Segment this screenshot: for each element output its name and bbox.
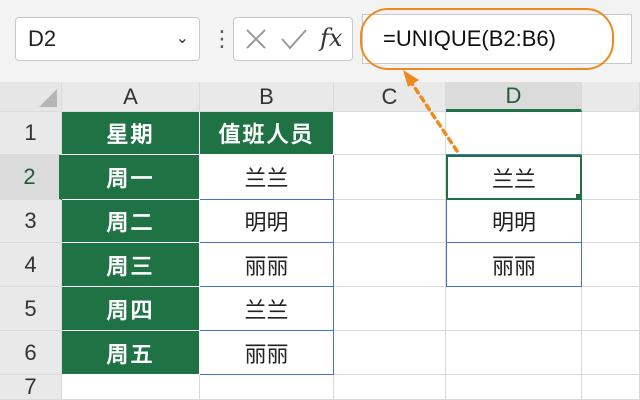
cell-b7[interactable] xyxy=(200,375,334,400)
cell-a2[interactable]: 周一 xyxy=(62,155,200,200)
cell-e5[interactable] xyxy=(582,287,640,331)
row-header-1[interactable]: 1 xyxy=(0,112,62,155)
cell-b6[interactable]: 丽丽 xyxy=(200,331,334,375)
cell-a3[interactable]: 周二 xyxy=(62,200,200,243)
row-header-4[interactable]: 4 xyxy=(0,243,62,287)
cell-c1[interactable] xyxy=(334,112,446,155)
cell-e4[interactable] xyxy=(582,243,640,287)
cell-a6[interactable]: 周五 xyxy=(62,331,200,375)
name-box-value: D2 xyxy=(28,26,57,51)
cell-a7[interactable] xyxy=(62,375,200,400)
cell-d4[interactable]: 丽丽 xyxy=(446,243,582,287)
fx-icon[interactable]: fx xyxy=(320,22,342,54)
column-header-b[interactable]: B xyxy=(200,82,334,112)
cell-a4[interactable]: 周三 xyxy=(62,243,200,287)
cell-c3[interactable] xyxy=(334,200,446,243)
checkmark-icon[interactable] xyxy=(280,27,308,51)
column-header-c[interactable]: C xyxy=(334,82,446,112)
cell-c4[interactable] xyxy=(334,243,446,287)
cell-c2[interactable] xyxy=(334,155,446,200)
more-options-icon[interactable]: ⋮ xyxy=(211,20,233,58)
chevron-down-icon[interactable]: ⌄ xyxy=(176,18,189,60)
cell-d3[interactable]: 明明 xyxy=(446,200,582,243)
name-box[interactable]: D2 ⌄ xyxy=(15,17,200,61)
cell-d2-value: 兰兰 xyxy=(491,166,536,192)
row-header-3[interactable]: 3 xyxy=(0,200,62,243)
column-header-d[interactable]: D xyxy=(446,82,582,112)
formula-bar: D2 ⌄ ⋮ fx =UNIQUE(B2:B6) xyxy=(0,0,640,83)
column-header-a[interactable]: A xyxy=(62,82,200,112)
row-header-6[interactable]: 6 xyxy=(0,331,62,375)
select-all-corner[interactable] xyxy=(0,82,62,112)
x-icon[interactable] xyxy=(244,27,268,51)
cell-b4[interactable]: 丽丽 xyxy=(200,243,334,287)
cell-c5[interactable] xyxy=(334,287,446,331)
row-header-2[interactable]: 2 xyxy=(0,155,62,200)
formula-input[interactable]: =UNIQUE(B2:B6) xyxy=(362,14,632,64)
cell-e7[interactable] xyxy=(582,375,640,400)
cell-d2[interactable]: 兰兰 xyxy=(446,155,582,200)
cell-e1[interactable] xyxy=(582,112,640,155)
cell-a5[interactable]: 周四 xyxy=(62,287,200,331)
cell-b2[interactable]: 兰兰 xyxy=(200,155,334,200)
cell-b5[interactable]: 兰兰 xyxy=(200,287,334,331)
spreadsheet-grid: A B C D 1 星期 值班人员 2 周一 兰兰 兰兰 3 周二 明明 明明 … xyxy=(0,82,640,400)
cell-e2[interactable] xyxy=(582,155,640,200)
formula-buttons: fx xyxy=(233,17,353,61)
cell-d6[interactable] xyxy=(446,331,582,375)
row-header-5[interactable]: 5 xyxy=(0,287,62,331)
fill-handle[interactable] xyxy=(575,193,580,198)
cell-e3[interactable] xyxy=(582,200,640,243)
formula-text: =UNIQUE(B2:B6) xyxy=(383,26,556,51)
select-all-triangle-icon xyxy=(39,89,57,107)
row-header-7[interactable]: 7 xyxy=(0,375,62,400)
cell-b1[interactable]: 值班人员 xyxy=(200,112,334,155)
column-header-e[interactable] xyxy=(582,82,640,112)
cell-d5[interactable] xyxy=(446,287,582,331)
cell-c6[interactable] xyxy=(334,331,446,375)
cell-d7[interactable] xyxy=(446,375,582,400)
cell-b3[interactable]: 明明 xyxy=(200,200,334,243)
cell-e6[interactable] xyxy=(582,331,640,375)
cell-d1[interactable] xyxy=(446,112,582,155)
cell-c7[interactable] xyxy=(334,375,446,400)
cell-a1[interactable]: 星期 xyxy=(62,112,200,155)
